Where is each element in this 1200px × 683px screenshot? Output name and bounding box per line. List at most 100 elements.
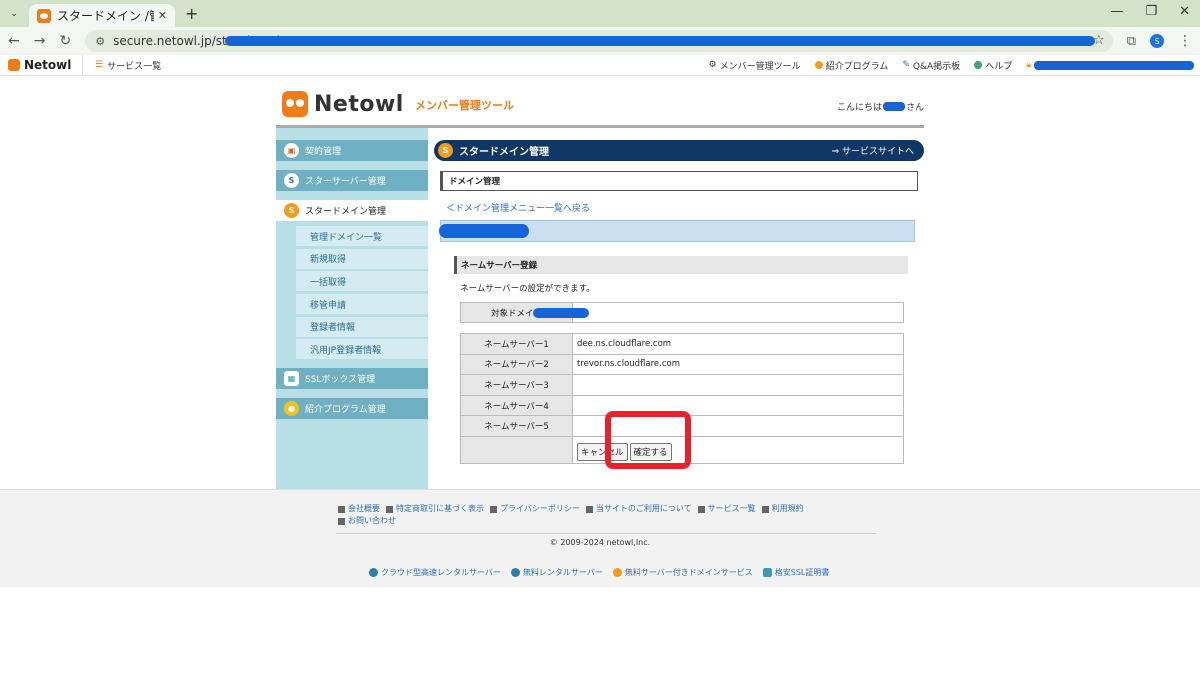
target-domain-row: 対象ドメイン (460, 302, 904, 323)
referral-link[interactable]: 紹介プログラム (814, 59, 889, 72)
global-bar-links: ⚙ メンバー管理ツール 紹介プログラム ✎ Q&A掲示板 ヘルプ 🔒︎ (709, 55, 1200, 75)
sidebar: ▣ 契約管理 S スターサーバー管理 S スタードメイン管理 管理ドメイン一覧 … (276, 128, 428, 489)
netowl-favicon-icon (37, 8, 51, 23)
sidebar-item-star-domain[interactable]: S スタードメイン管理 (276, 200, 428, 221)
footer-service-links: クラウド型高速レンタルサーバー 無料レンタルサーバー 無料サーバー付きドメインサ… (369, 567, 829, 578)
netowl-logo[interactable]: Netowl (282, 91, 404, 117)
logo-text: Netowl (314, 91, 404, 117)
star-server-icon (369, 568, 378, 577)
tab-close-icon[interactable]: ✕ (158, 9, 167, 22)
nameserver-description: ネームサーバーの設定ができます。 (460, 284, 595, 294)
bullet-icon (338, 506, 345, 513)
ssl-icon (762, 568, 772, 577)
sidebar-subitem-jp-registrant[interactable]: 汎用JP登録者情報 (296, 339, 428, 360)
account-link[interactable]: 🔒︎ (1026, 60, 1194, 70)
reload-icon[interactable]: ↻ (59, 33, 71, 49)
service-link-label: 格安SSL証明書 (774, 568, 830, 577)
main-panel: S スタードメイン管理 ⇒ サービスサイトへ ドメイン管理 ＜ドメイン管理メニュ… (428, 128, 924, 489)
minimize-icon[interactable]: — (1110, 4, 1123, 19)
table-row: ネームサーバー1 dee.ns.cloudflare.com (460, 333, 904, 355)
maximize-icon[interactable]: ❐ (1145, 4, 1157, 19)
browser-menu-icon[interactable]: ⋮ (1178, 33, 1192, 49)
bullet-icon (338, 518, 345, 525)
help-label: ヘルプ (985, 61, 1013, 72)
service-title-bar: S スタードメイン管理 ⇒ サービスサイトへ (434, 140, 924, 161)
qa-link[interactable]: ✎ Q&A掲示板 (902, 59, 960, 72)
nameserver-1-field[interactable]: dee.ns.cloudflare.com (572, 333, 904, 355)
back-icon[interactable]: ← (8, 33, 20, 49)
service-site-link[interactable]: ⇒ サービスサイトへ (832, 144, 914, 157)
tab-search-icon[interactable]: ⌄ (5, 5, 23, 23)
forward-icon[interactable]: → (34, 33, 46, 49)
nameserver-heading: ネームサーバー登録 (454, 256, 908, 274)
bookmark-star-icon[interactable]: ☆ (1093, 33, 1105, 48)
service-link-domain[interactable]: 無料サーバー付きドメインサービス (612, 567, 753, 578)
page-content: ▣ 契約管理 S スターサーバー管理 S スタードメイン管理 管理ドメイン一覧 … (276, 128, 924, 489)
username-redaction (882, 102, 905, 111)
account-redaction (1034, 60, 1194, 70)
back-to-menu-link[interactable]: ＜ドメイン管理メニュー一覧へ戻る (446, 201, 924, 214)
member-tool-link[interactable]: ⚙ メンバー管理ツール (709, 59, 801, 72)
browser-tab[interactable]: スタードメイン /管理ツール ✕ (29, 4, 175, 27)
address-bar[interactable]: ⚙ secure.netowl.jp/star-domai ☆ (85, 30, 1113, 52)
service-link-label: 無料サーバー付きドメインサービス (624, 568, 753, 577)
list-icon: ☰ (95, 60, 104, 70)
footer-link-label: 特定商取引に基づく表示 (396, 504, 484, 513)
service-link-ssl[interactable]: 格安SSL証明書 (762, 567, 830, 578)
sidebar-subitem-transfer[interactable]: 移管申請 (296, 294, 428, 315)
sidebar-item-contract[interactable]: ▣ 契約管理 (276, 140, 428, 161)
referral-icon (814, 61, 823, 69)
close-window-icon[interactable]: ✕ (1179, 4, 1190, 19)
service-list-link[interactable]: ☰ サービス一覧 (82, 55, 173, 75)
service-link-free-server[interactable]: 無料レンタルサーバー (510, 567, 603, 578)
sidebar-item-star-server[interactable]: S スターサーバー管理 (276, 170, 428, 191)
sidebar-label: スタードメイン管理 (305, 207, 387, 217)
netowl-global-bar: Netowl ☰ サービス一覧 ⚙ メンバー管理ツール 紹介プログラム ✎ Q&A掲… (0, 55, 1200, 76)
extensions-icon[interactable]: ⧉ (1127, 34, 1136, 49)
footer-link-company[interactable]: 会社概要 (338, 503, 380, 515)
sidebar-label: SSLボックス管理 (305, 375, 376, 386)
sidebar-subitems: 管理ドメイン一覧 新規取得 一括取得 移管申請 登録者情報 汎用JP登録者情報 (276, 221, 428, 360)
site-footer: 会社概要 特定商取引に基づく表示 プライバシーポリシー 当サイトのご利用について… (0, 489, 1200, 587)
footer-link-contact[interactable]: お問い合わせ (338, 515, 396, 527)
netowl-global-logo[interactable]: Netowl (0, 58, 82, 72)
bullet-icon (585, 506, 593, 513)
annotation-highlight (605, 410, 691, 469)
profile-avatar[interactable]: S (1150, 34, 1164, 48)
sidebar-subitem-new[interactable]: 新規取得 (296, 248, 428, 269)
contract-icon: ▣ (284, 143, 299, 158)
nameserver-label: ネームサーバー3 (460, 374, 573, 396)
sidebar-subitem-bulk[interactable]: 一括取得 (296, 271, 428, 292)
table-row: ネームサーバー2 trevor.ns.cloudflare.com (460, 353, 904, 376)
member-tool-label: メンバー管理ツール (719, 61, 801, 72)
browser-tab-strip: ⌄ スタードメイン /管理ツール ✕ + — ❐ ✕ (0, 0, 1200, 27)
footer-link-privacy[interactable]: プライバシーポリシー (490, 503, 580, 515)
domain-redaction (439, 224, 529, 238)
service-link-label: 無料レンタルサーバー (522, 568, 603, 577)
url-redaction (225, 36, 1096, 46)
sidebar-subitem-managed-domains[interactable]: 管理ドメイン一覧 (296, 226, 428, 246)
sidebar-subitem-registrant[interactable]: 登録者情報 (296, 316, 428, 337)
footer-link-commerce[interactable]: 特定商取引に基づく表示 (386, 503, 484, 515)
browser-toolbar: ← → ↻ ⚙ secure.netowl.jp/star-domai ☆ ⧉ … (0, 27, 1200, 55)
sidebar-item-ssl-box[interactable]: ▦ SSLボックス管理 (276, 368, 428, 390)
help-link[interactable]: ヘルプ (974, 59, 1012, 72)
footer-link-usage[interactable]: 当サイトのご利用について (585, 503, 692, 515)
lock-icon: 🔒︎ (1026, 60, 1031, 70)
footer-link-terms[interactable]: 利用規約 (761, 503, 804, 515)
sidebar-item-referral[interactable]: ● 紹介プログラム管理 (276, 398, 428, 420)
nameserver-label: ネームサーバー4 (460, 394, 573, 417)
target-domain-redaction (533, 308, 589, 318)
nameserver-3-field[interactable] (572, 374, 904, 396)
help-icon (974, 61, 983, 69)
footer-links: 会社概要 特定商取引に基づく表示 プライバシーポリシー 当サイトのご利用について… (338, 503, 873, 527)
bullet-icon (697, 506, 705, 513)
referral-label: 紹介プログラム (825, 61, 889, 72)
nameserver-2-field[interactable]: trevor.ns.cloudflare.com (572, 353, 904, 376)
site-info-icon[interactable]: ⚙ (95, 35, 105, 48)
new-tab-icon[interactable]: + (185, 4, 198, 23)
star-domain-icon: S (284, 203, 299, 218)
service-link-cloud-server[interactable]: クラウド型高速レンタルサーバー (369, 567, 501, 578)
service-list-label: サービス一覧 (107, 61, 162, 72)
footer-link-services[interactable]: サービス一覧 (697, 503, 756, 515)
